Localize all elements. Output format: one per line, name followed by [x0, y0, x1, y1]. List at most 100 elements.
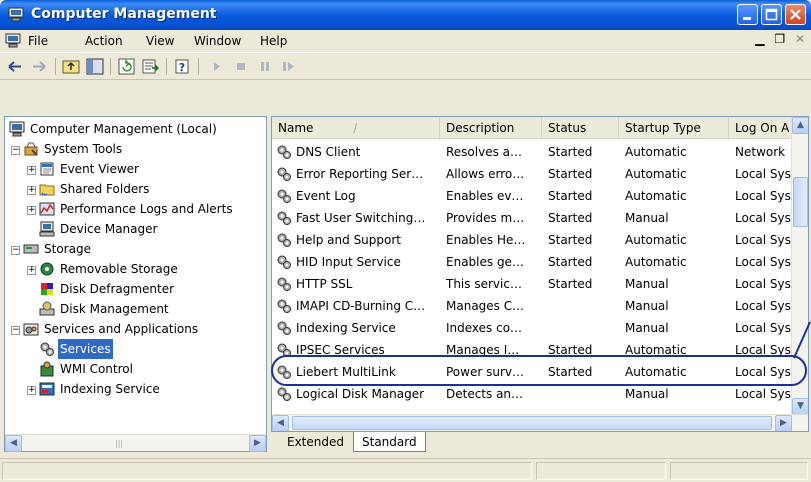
list-vertical-scrollbar[interactable]: ▲ ▼	[791, 117, 808, 415]
table-row[interactable]: Event Log Enables ev… Started Automatic Loca…	[272, 185, 792, 207]
table-row[interactable]: IMAPI CD-Burning C… Manages C… Manual Local…	[272, 295, 792, 317]
table-cell: Automatic	[625, 343, 687, 357]
menu-window[interactable]: Window	[194, 34, 241, 48]
tools-icon	[24, 142, 38, 156]
expander-performance-logs[interactable]: +	[27, 206, 36, 215]
table-cell: Indexes co…	[446, 321, 523, 335]
toolbar-separator	[198, 58, 199, 75]
expander-event-viewer[interactable]: +	[27, 166, 36, 175]
table-cell: Started	[548, 211, 593, 225]
expander-system-tools[interactable]: −	[11, 146, 20, 155]
mdi-close-icon[interactable]: ✕	[795, 32, 805, 46]
pause-service-icon[interactable]	[256, 58, 274, 75]
start-service-icon[interactable]	[208, 58, 226, 75]
toolbar: ?	[0, 52, 811, 80]
expander-storage[interactable]: −	[11, 246, 20, 255]
menu-action[interactable]: Action	[85, 34, 123, 48]
tree-horizontal-scrollbar[interactable]: ◀ ||| ▶	[5, 434, 266, 452]
table-cell: Local Sys	[735, 387, 791, 401]
expander-services-and-applications[interactable]: −	[11, 326, 20, 335]
table-cell: Error Reporting Ser…	[296, 167, 424, 181]
menu-view[interactable]: View	[146, 34, 174, 48]
table-cell: Allows erro…	[446, 167, 525, 181]
table-cell: Automatic	[625, 365, 687, 379]
column-description[interactable]: Description	[440, 117, 542, 139]
table-cell: Automatic	[625, 167, 687, 181]
table-row[interactable]: Error Reporting Ser… Allows erro… Started A…	[272, 163, 792, 185]
table-row[interactable]: Fast User Switching… Provides m… Started Ma…	[272, 207, 792, 229]
table-row[interactable]: Logical Disk Manager Detects an… Manual Loc…	[272, 383, 792, 405]
table-cell: Indexing Service	[296, 321, 396, 335]
back-arrow-icon[interactable]	[6, 58, 24, 75]
minimize-button[interactable]	[737, 4, 758, 25]
scroll-thumb[interactable]	[793, 177, 808, 227]
menu-bar: File Action View Window Help ▁ ❐ ✕	[0, 30, 811, 52]
table-cell: Enables ge…	[446, 255, 524, 269]
column-name[interactable]: Name /	[272, 117, 440, 139]
up-folder-icon[interactable]	[62, 58, 80, 75]
scroll-left-button[interactable]: ◀	[272, 415, 289, 431]
table-row[interactable]: IPSEC Services Manages I… Started Automatic…	[272, 339, 792, 361]
service-gear-icon	[277, 387, 291, 401]
stop-service-icon[interactable]	[232, 58, 250, 75]
scroll-right-button[interactable]: ▶	[775, 415, 792, 431]
column-startup-type[interactable]: Startup Type	[619, 117, 729, 139]
export-list-icon[interactable]	[142, 58, 160, 75]
table-cell: Manual	[625, 387, 669, 401]
tab-extended[interactable]: Extended	[279, 432, 352, 452]
tab-standard[interactable]: Standard	[353, 432, 426, 452]
table-cell: Manual	[625, 211, 669, 225]
service-gear-icon	[277, 189, 291, 203]
forward-arrow-icon[interactable]	[30, 58, 48, 75]
scroll-up-button[interactable]: ▲	[792, 117, 808, 134]
view-tabs: Extended Standard	[271, 432, 811, 454]
table-cell: This servic…	[446, 277, 522, 291]
table-row[interactable]: Indexing Service Indexes co… Manual Local S…	[272, 317, 792, 339]
close-button[interactable]	[785, 4, 806, 25]
scroll-thumb[interactable]	[292, 416, 772, 430]
maximize-icon	[765, 8, 778, 21]
maximize-button[interactable]	[761, 4, 782, 25]
mdi-restore-icon[interactable]: ❐	[774, 32, 785, 46]
expander-indexing-service[interactable]: +	[27, 386, 36, 395]
menu-file[interactable]: File	[28, 34, 48, 48]
table-row[interactable]: HTTP SSL This servic… Started Manual Local S…	[272, 273, 792, 295]
table-cell: Local Sys	[735, 321, 791, 335]
table-row[interactable]: Help and Support Enables He… Started Automa…	[272, 229, 792, 251]
table-cell: Enables He…	[446, 233, 526, 247]
refresh-icon[interactable]	[118, 58, 136, 75]
table-cell: Started	[548, 233, 593, 247]
service-gear-icon	[277, 299, 291, 313]
event-viewer-icon	[40, 162, 54, 176]
help-icon[interactable]: ?	[174, 58, 192, 75]
table-row[interactable]: DNS Client Resolves a… Started Automatic Net…	[272, 141, 792, 163]
scroll-left-button[interactable]: ◀	[5, 435, 22, 452]
table-row[interactable]: HID Input Service Enables ge… Started Autom…	[272, 251, 792, 273]
services-list[interactable]: Name / Description Status Startup Type L…	[271, 116, 809, 432]
mdi-minimize-icon[interactable]: ▁	[755, 32, 764, 46]
table-cell: Local Sys	[735, 211, 791, 225]
toolbar-separator	[166, 58, 167, 75]
table-cell: DNS Client	[296, 145, 361, 159]
computer-management-icon	[8, 7, 24, 22]
scroll-thumb-grip: |||	[115, 439, 124, 448]
expander-shared-folders[interactable]: +	[27, 186, 36, 195]
column-log-on-as[interactable]: Log On A	[729, 117, 792, 139]
service-gear-icon	[277, 233, 291, 247]
table-cell: Automatic	[625, 233, 687, 247]
list-horizontal-scrollbar[interactable]: ◀ ▶	[272, 414, 808, 431]
table-cell: Local Sys	[735, 255, 791, 269]
menu-help[interactable]: Help	[260, 34, 287, 48]
column-status[interactable]: Status	[542, 117, 619, 139]
show-hide-tree-icon[interactable]	[86, 58, 104, 75]
title-bar[interactable]: Computer Management	[0, 0, 811, 30]
restart-service-icon[interactable]	[280, 58, 298, 75]
table-cell: Started	[548, 277, 593, 291]
mdi-system-menu-icon[interactable]	[5, 33, 21, 48]
console-tree[interactable]: Computer Management (Local) − System Too…	[4, 116, 267, 452]
table-row[interactable]: Liebert MultiLink Power surv… Started Autom…	[272, 361, 792, 383]
toolbar-separator	[110, 58, 111, 75]
expander-removable-storage[interactable]: +	[27, 266, 36, 275]
scroll-right-button[interactable]: ▶	[249, 435, 266, 452]
scroll-down-button[interactable]: ▼	[792, 398, 808, 415]
